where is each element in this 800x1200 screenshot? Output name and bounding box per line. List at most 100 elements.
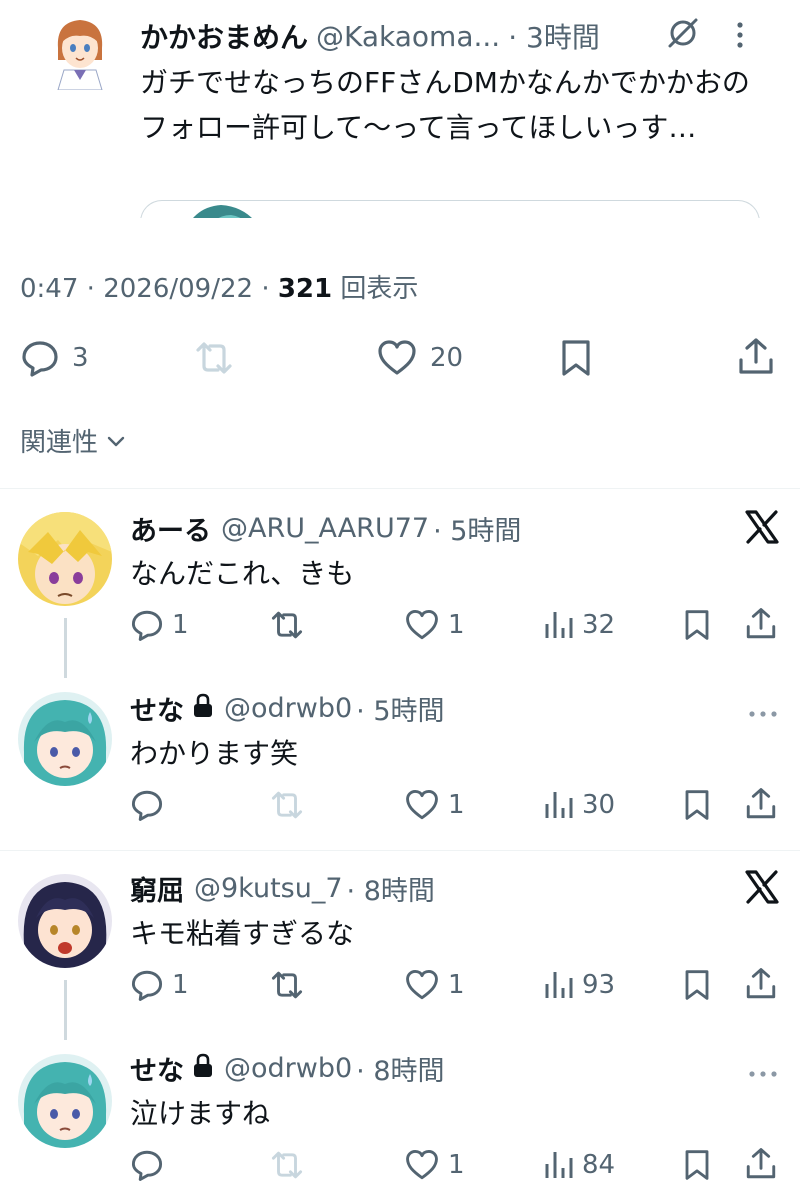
chevron-down-icon (107, 436, 125, 446)
bookmark-button[interactable] (682, 968, 712, 1002)
analytics-button[interactable]: 32 (544, 608, 615, 642)
like-count: 1 (448, 610, 465, 640)
quoted-author-name[interactable]: かかおまめん (140, 16, 308, 56)
quoted-timestamp[interactable]: · 3時間 (508, 16, 600, 56)
retweet-icon (271, 1151, 303, 1179)
retweet-button[interactable] (268, 788, 314, 822)
post-time: 0:47 (20, 274, 79, 304)
reply-button[interactable]: 1 (130, 968, 189, 1002)
share-button[interactable] (736, 336, 776, 378)
reply-author-handle[interactable]: @odrwb0 (224, 693, 352, 724)
reply-header: せな @odrwb0 · 8時間 (130, 1048, 445, 1088)
bookmark-icon (685, 790, 709, 820)
reply-text: 泣けますね (130, 1097, 271, 1130)
more-options-icon[interactable] (748, 1064, 778, 1077)
reply-button[interactable] (130, 788, 172, 822)
reply-timestamp[interactable]: · 5時間 (433, 509, 521, 548)
retweet-button[interactable] (268, 968, 314, 1002)
share-icon (746, 968, 776, 999)
heart-icon (406, 1149, 438, 1180)
retweet-icon (271, 791, 303, 819)
reply-timestamp[interactable]: · 5時間 (356, 689, 444, 728)
share-button[interactable] (744, 966, 778, 1002)
heart-icon (406, 789, 438, 820)
reply-count: 1 (172, 970, 189, 1000)
bookmark-button[interactable] (682, 608, 712, 642)
x-logo-icon[interactable] (744, 510, 780, 544)
sort-label: 関連性 (20, 428, 99, 458)
analytics-icon (545, 1152, 573, 1178)
analytics-button[interactable]: 93 (544, 968, 615, 1002)
like-count: 1 (448, 1150, 465, 1180)
like-button[interactable]: 1 (404, 1148, 465, 1182)
share-icon (746, 788, 776, 819)
x-logo-icon[interactable] (744, 870, 780, 904)
like-button[interactable]: 1 (404, 968, 465, 1002)
bookmark-button[interactable] (682, 1148, 712, 1182)
retweet-button[interactable] (268, 1148, 314, 1182)
more-options-icon[interactable] (730, 18, 750, 52)
post-meta: 0:47 · 2026/09/22 · 321 回表示 (20, 274, 419, 304)
like-button[interactable]: 20 (376, 338, 463, 378)
reply-author-handle[interactable]: @9kutsu_7 (194, 873, 343, 904)
reply-button[interactable]: 1 (130, 608, 189, 642)
retweet-icon (271, 971, 303, 999)
share-button[interactable] (744, 786, 778, 822)
analytics-icon (545, 612, 573, 638)
heart-icon (378, 340, 416, 375)
share-icon (746, 608, 776, 639)
reply-timestamp[interactable]: · 8時間 (356, 1049, 444, 1088)
reply-text: わかります笑 (130, 737, 299, 770)
reply-author-name[interactable]: せな (130, 689, 184, 728)
reply-author-handle[interactable]: @odrwb0 (224, 1053, 352, 1084)
bookmark-button[interactable] (558, 338, 594, 378)
view-count: 84 (582, 1150, 616, 1180)
media-clip (0, 218, 800, 248)
grok-icon[interactable] (666, 16, 700, 50)
avatar[interactable] (18, 874, 112, 968)
share-icon (746, 1148, 776, 1179)
reply-author-handle[interactable]: @ARU_AARU77 (221, 513, 429, 544)
like-button[interactable]: 1 (404, 608, 465, 642)
tweet-detail-page: かかおまめん @Kakaoma... · 3時間 ガチでせなっちのFFさんDMか… (0, 0, 800, 1200)
sort-replies-dropdown[interactable]: 関連性 (20, 422, 126, 459)
view-count: 321 (277, 274, 333, 304)
bookmark-icon (562, 340, 590, 376)
reply-icon (131, 970, 163, 1001)
reply-header: 窮屈 @9kutsu_7 · 8時間 (130, 868, 435, 908)
reply-icon (131, 790, 163, 821)
retweet-icon (271, 611, 303, 639)
more-options-icon[interactable] (748, 704, 778, 717)
analytics-button[interactable]: 30 (544, 788, 615, 822)
avatar[interactable] (50, 14, 110, 90)
analytics-icon (545, 792, 573, 818)
avatar[interactable] (18, 512, 112, 606)
reply-author-name[interactable]: せな (130, 1049, 184, 1088)
analytics-button[interactable]: 84 (544, 1148, 615, 1182)
bookmark-icon (685, 970, 709, 1000)
retweet-icon (196, 342, 232, 374)
reply-icon (22, 341, 58, 377)
reply-author-name[interactable]: 窮屈 (130, 869, 184, 908)
reply-author-name[interactable]: あーる (130, 509, 211, 548)
reply-icon (131, 610, 163, 641)
retweet-button[interactable] (268, 608, 314, 642)
like-button[interactable]: 1 (404, 788, 465, 822)
share-button[interactable] (744, 1146, 778, 1182)
lock-icon (192, 1053, 214, 1083)
quoted-tweet-text: ガチでせなっちのFFさんDMかなんかでかかおのフォロー許可して〜って言ってほしい… (140, 66, 750, 144)
share-button[interactable] (744, 606, 778, 642)
divider (0, 488, 800, 489)
quoted-author-handle[interactable]: @Kakaoma... (316, 20, 500, 53)
reply-timestamp[interactable]: · 8時間 (347, 869, 435, 908)
reply-button[interactable] (130, 1148, 172, 1182)
analytics-icon (545, 972, 573, 998)
like-count: 1 (448, 790, 465, 820)
avatar[interactable] (18, 692, 112, 786)
bookmark-icon (685, 1150, 709, 1180)
avatar[interactable] (18, 1054, 112, 1148)
bookmark-button[interactable] (682, 788, 712, 822)
retweet-button[interactable] (192, 338, 248, 378)
post-date: 2026/09/22 (103, 274, 254, 304)
reply-button[interactable]: 3 (20, 338, 89, 378)
